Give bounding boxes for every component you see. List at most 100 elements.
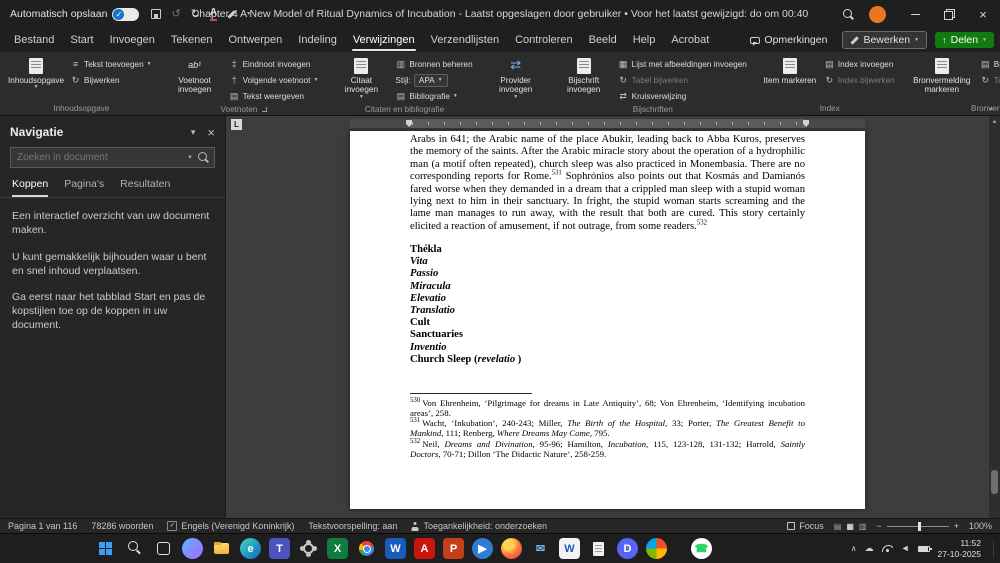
menu-tab-indeling[interactable]: Indeling [290,28,345,52]
horizontal-ruler[interactable] [350,119,865,128]
taskbar-whatsapp[interactable]: ☎ [691,538,712,559]
zoom-level[interactable]: 100% [969,521,992,531]
taskbar-task-view[interactable] [153,538,174,559]
footnote-ref-531[interactable]: 531 [552,170,562,177]
show-notes-button[interactable]: ▤ Tekst weergeven [226,89,322,104]
show-desktop-button[interactable] [993,539,996,558]
collapse-ribbon-icon[interactable]: ▴ [989,104,993,112]
menu-tab-invoegen[interactable]: Invoegen [102,28,163,52]
autosave-toggle[interactable] [112,7,140,21]
scrollbar-thumb[interactable] [991,469,998,494]
taskbar-teams[interactable]: T [269,538,290,559]
toc-button[interactable]: Inhoudsopgave ▼ [8,56,64,91]
close-button[interactable]: × [966,0,1000,28]
taskbar-notepad[interactable] [588,538,609,559]
restore-button[interactable] [932,0,966,28]
provider-button[interactable]: ⇄ Provider invoegen ▼ [488,56,544,101]
account-avatar[interactable] [869,5,886,23]
taskbar-powerpoint[interactable]: P [443,538,464,559]
mark-citation-button[interactable]: Bronvermelding markeren [910,56,974,96]
footnote-ref-532[interactable]: 532 [697,219,707,226]
share-button[interactable]: ↑ Delen ▼ [935,32,994,48]
menu-tab-verzendlijsten[interactable]: Verzendlijsten [423,28,508,52]
insert-table-of-authorities-button[interactable]: ▤ Bronvermelding invoegen [977,57,1000,72]
battery-icon[interactable] [917,545,932,552]
taskbar-photos[interactable] [646,538,667,559]
tab-stop-selector[interactable]: L [231,119,242,130]
navigation-close-icon[interactable]: × [207,126,215,139]
undo-icon[interactable]: ↺ [171,8,180,20]
insert-endnote-button[interactable]: ‡ Eindnoot invoegen [226,57,322,72]
web-layout-button[interactable]: ▥ [859,522,867,531]
menu-tab-beeld[interactable]: Beeld [581,28,625,52]
zoom-in-button[interactable]: + [954,521,959,531]
insert-citation-button[interactable]: Citaat invoegen ▼ [333,56,389,101]
taskbar-chrome[interactable] [356,538,377,559]
insert-index-button[interactable]: ▤ Index invoegen [821,57,898,72]
wifi-icon[interactable] [881,545,893,552]
nav-tab-resultaten[interactable]: Resultaten [120,178,170,197]
read-mode-button[interactable]: ▤ [834,522,842,531]
update-authorities-button[interactable]: ↻ Tabel bijwerken [977,73,1000,88]
onedrive-icon[interactable]: ☁ [865,544,874,553]
menu-tab-tekenen[interactable]: Tekenen [163,28,221,52]
vertical-scrollbar[interactable]: ▲ [989,116,1000,518]
update-index-button[interactable]: ↻ Index bijwerken [821,73,898,88]
language-indicator[interactable]: ✓ Engels (Verenigd Koninkrijk) [167,521,294,531]
page-indicator[interactable]: Pagina 1 van 116 [8,521,77,531]
search-options-icon[interactable]: ▼ [183,155,197,161]
zoom-slider[interactable] [886,521,949,531]
save-icon[interactable] [151,9,162,19]
taskbar-firefox[interactable] [501,538,522,559]
menu-tab-controleren[interactable]: Controleren [507,28,580,52]
taskbar-word[interactable]: W [385,538,406,559]
mark-entry-button[interactable]: Item markeren [762,56,818,86]
footnotes-dialog-launcher-icon[interactable] [262,107,268,112]
update-toc-button[interactable]: ↻ Bijwerken [67,73,155,88]
nav-search-icon[interactable] [197,151,210,164]
editing-mode-button[interactable]: Bewerken ▼ [842,31,928,49]
taskbar-copilot[interactable] [182,538,203,559]
taskbar-settings[interactable] [298,538,319,559]
accessibility-indicator[interactable]: Toegankelijkheid: onderzoeken [411,521,547,531]
document-page[interactable]: Arabs in 641; the Arabic name of the pla… [350,131,865,509]
next-footnote-button[interactable]: † Volgende voetnoot ▼ [226,73,322,88]
zoom-slider-thumb[interactable] [917,521,921,531]
insert-caption-button[interactable]: Bijschrift invoegen [556,56,612,96]
taskbar-acrobat[interactable]: A [414,538,435,559]
tray-expand-icon[interactable]: ∧ [851,544,857,553]
search-icon[interactable] [842,8,855,21]
taskbar-search[interactable] [124,538,145,559]
nav-tab-pagina-s[interactable]: Pagina's [64,178,104,197]
insert-footnote-button[interactable]: ab¹ Voetnoot invoegen [167,56,223,96]
autosave-control[interactable]: Automatisch opslaan [10,7,140,21]
text-prediction-indicator[interactable]: Tekstvoorspelling: aan [308,521,397,531]
word-count[interactable]: 78286 woorden [91,521,153,531]
comments-button[interactable]: Opmerkingen [743,32,834,48]
taskbar-edge[interactable]: e [240,538,261,559]
add-text-button[interactable]: ≡ Tekst toevoegen ▼ [67,57,155,72]
citation-style-select[interactable]: APA ▼ [413,74,448,87]
taskbar-file-explorer[interactable] [211,538,232,559]
menu-tab-bestand[interactable]: Bestand [6,28,62,52]
taskbar-media-player[interactable]: ▶ [472,538,493,559]
scroll-up-icon[interactable]: ▲ [989,116,1000,128]
volume-icon[interactable]: ◄ [901,544,910,553]
menu-tab-ontwerpen[interactable]: Ontwerpen [220,28,290,52]
manage-sources-button[interactable]: ▥ Bronnen beheren [392,57,475,72]
cross-reference-button[interactable]: ⇄ Kruisverwijzing [615,89,750,104]
menu-tab-start[interactable]: Start [62,28,101,52]
taskbar-word-document[interactable]: W [559,538,580,559]
taskbar-discord[interactable]: D [617,538,638,559]
menu-tab-help[interactable]: Help [625,28,664,52]
nav-tab-koppen[interactable]: Koppen [12,178,49,197]
focus-button[interactable]: Focus [787,521,824,531]
navigation-chevron-icon[interactable]: ▾ [191,127,196,138]
taskbar-clock[interactable]: 11:52 27-10-2025 [938,538,981,559]
menu-tab-acrobat[interactable]: Acrobat [663,28,717,52]
taskbar-start[interactable] [95,538,116,559]
zoom-out-button[interactable]: − [876,521,881,531]
update-figures-table-button[interactable]: ↻ Tabel bijwerken [615,73,750,88]
taskbar-mail[interactable]: ✉ [530,538,551,559]
minimize-button[interactable] [898,0,932,28]
